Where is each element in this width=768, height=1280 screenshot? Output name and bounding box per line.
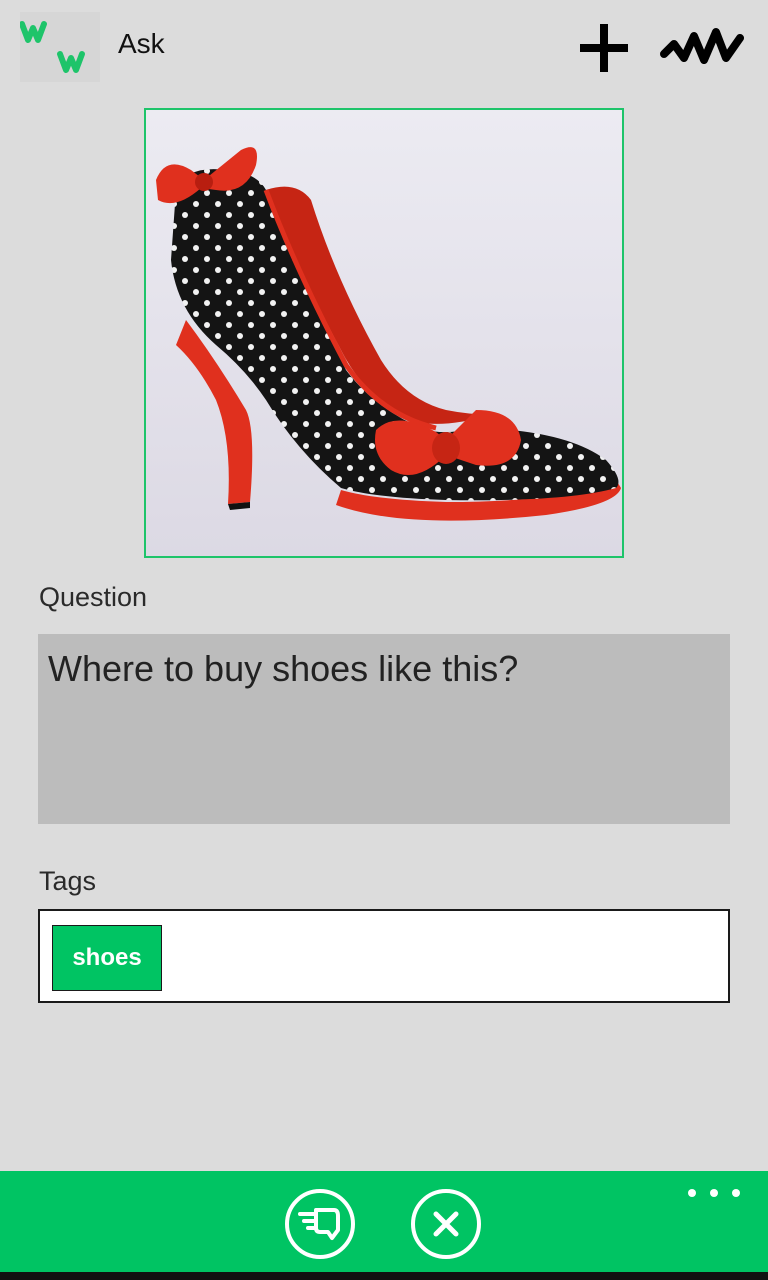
question-input[interactable]: Where to buy shoes like this?: [38, 634, 730, 824]
logo-ww-icon: [19, 21, 85, 73]
more-button[interactable]: [688, 1181, 740, 1205]
close-icon: [433, 1211, 459, 1237]
add-button[interactable]: [576, 20, 632, 76]
send-hand-icon: [298, 1208, 340, 1240]
app-logo: [19, 12, 100, 82]
tags-label: Tags: [39, 866, 97, 896]
activity-button[interactable]: [660, 20, 744, 76]
squiggle-icon: [660, 28, 744, 64]
question-text: Where to buy shoes like this?: [48, 648, 519, 689]
shoe-image: [146, 110, 622, 556]
system-bar: [0, 1272, 768, 1280]
tags-input[interactable]: shoes: [38, 909, 730, 1003]
cancel-button[interactable]: [411, 1189, 481, 1259]
plus-icon: [580, 24, 628, 72]
question-label: Question: [39, 582, 148, 612]
page-title: Ask: [118, 28, 165, 59]
ellipsis-icon: [688, 1189, 696, 1197]
send-button[interactable]: [285, 1189, 355, 1259]
ellipsis-dot: [732, 1189, 740, 1197]
ellipsis-dot: [710, 1189, 718, 1197]
tag-chip[interactable]: shoes: [52, 925, 162, 991]
header: Ask: [0, 0, 768, 100]
app-bar: [0, 1171, 768, 1272]
question-photo[interactable]: [144, 108, 624, 558]
